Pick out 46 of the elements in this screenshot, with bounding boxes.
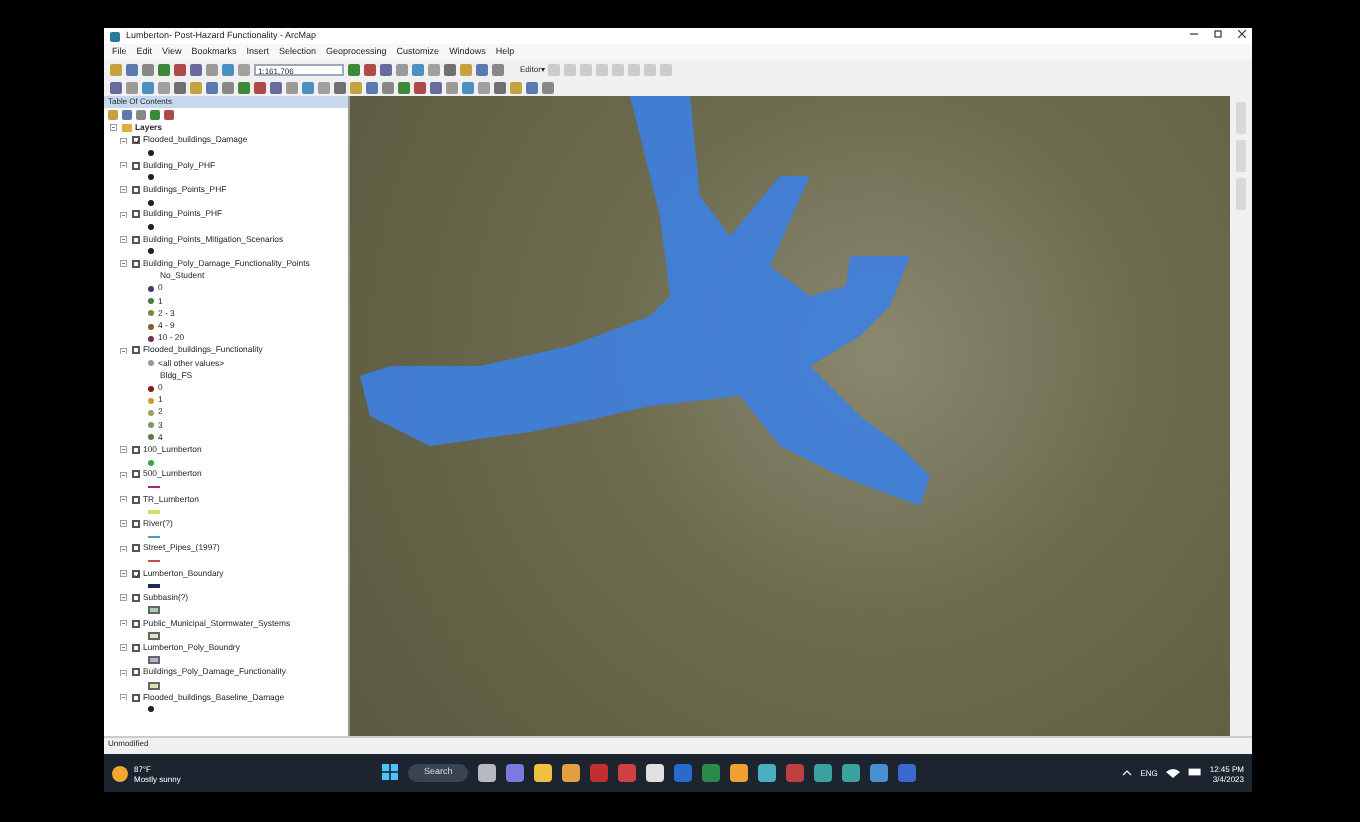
collapse-icon[interactable] xyxy=(120,446,127,454)
app-icon xyxy=(110,31,120,41)
wifi-icon[interactable] xyxy=(1165,767,1180,779)
collapse-icon[interactable] xyxy=(120,669,127,677)
layer-checkbox[interactable] xyxy=(131,569,139,578)
collapse-icon[interactable] xyxy=(120,137,127,145)
chevron-icon[interactable] xyxy=(1122,770,1133,776)
layer-checkbox[interactable] xyxy=(131,186,139,195)
maximize-icon[interactable] xyxy=(1214,28,1222,44)
collapse-icon[interactable] xyxy=(120,211,127,219)
collapse-icon[interactable] xyxy=(120,594,127,602)
layer-checkbox[interactable] xyxy=(131,161,139,170)
collapse-icon[interactable] xyxy=(120,545,127,553)
battery-icon[interactable] xyxy=(1187,767,1202,779)
collapse-icon[interactable] xyxy=(110,124,117,132)
collapse-icon[interactable] xyxy=(120,186,127,194)
layer-checkbox[interactable] xyxy=(131,260,139,269)
collapse-icon[interactable] xyxy=(120,570,127,578)
collapse-icon[interactable] xyxy=(120,520,127,528)
layer-checkbox[interactable] xyxy=(131,619,139,628)
layer-checkbox[interactable] xyxy=(131,470,139,479)
layer-checkbox[interactable] xyxy=(131,235,139,244)
layer-checkbox[interactable] xyxy=(131,693,139,702)
layer-checkbox[interactable] xyxy=(131,136,139,145)
collapse-icon[interactable] xyxy=(120,644,127,652)
collapse-icon[interactable] xyxy=(120,260,127,268)
layer-checkbox[interactable] xyxy=(131,495,139,504)
layer-checkbox[interactable] xyxy=(131,346,139,355)
collapse-icon[interactable] xyxy=(120,471,127,479)
weather-sun-icon[interactable] xyxy=(112,765,128,781)
collapse-icon[interactable] xyxy=(120,236,127,244)
layer-checkbox[interactable] xyxy=(131,643,139,652)
collapse-icon[interactable] xyxy=(120,161,127,169)
collapse-icon[interactable] xyxy=(120,495,127,503)
layer-checkbox[interactable] xyxy=(131,594,139,603)
collapse-icon[interactable] xyxy=(120,347,127,355)
layer-checkbox[interactable] xyxy=(131,445,139,454)
layer-checkbox[interactable] xyxy=(131,210,139,219)
layer-checkbox[interactable] xyxy=(131,668,139,677)
legend-symbol xyxy=(148,360,154,367)
layer-checkbox[interactable] xyxy=(131,544,139,553)
layers-folder-icon xyxy=(121,124,131,133)
close-icon[interactable] xyxy=(1238,28,1246,44)
collapse-icon[interactable] xyxy=(120,693,127,701)
layer-checkbox[interactable] xyxy=(131,520,139,529)
collapse-icon[interactable] xyxy=(120,619,127,627)
